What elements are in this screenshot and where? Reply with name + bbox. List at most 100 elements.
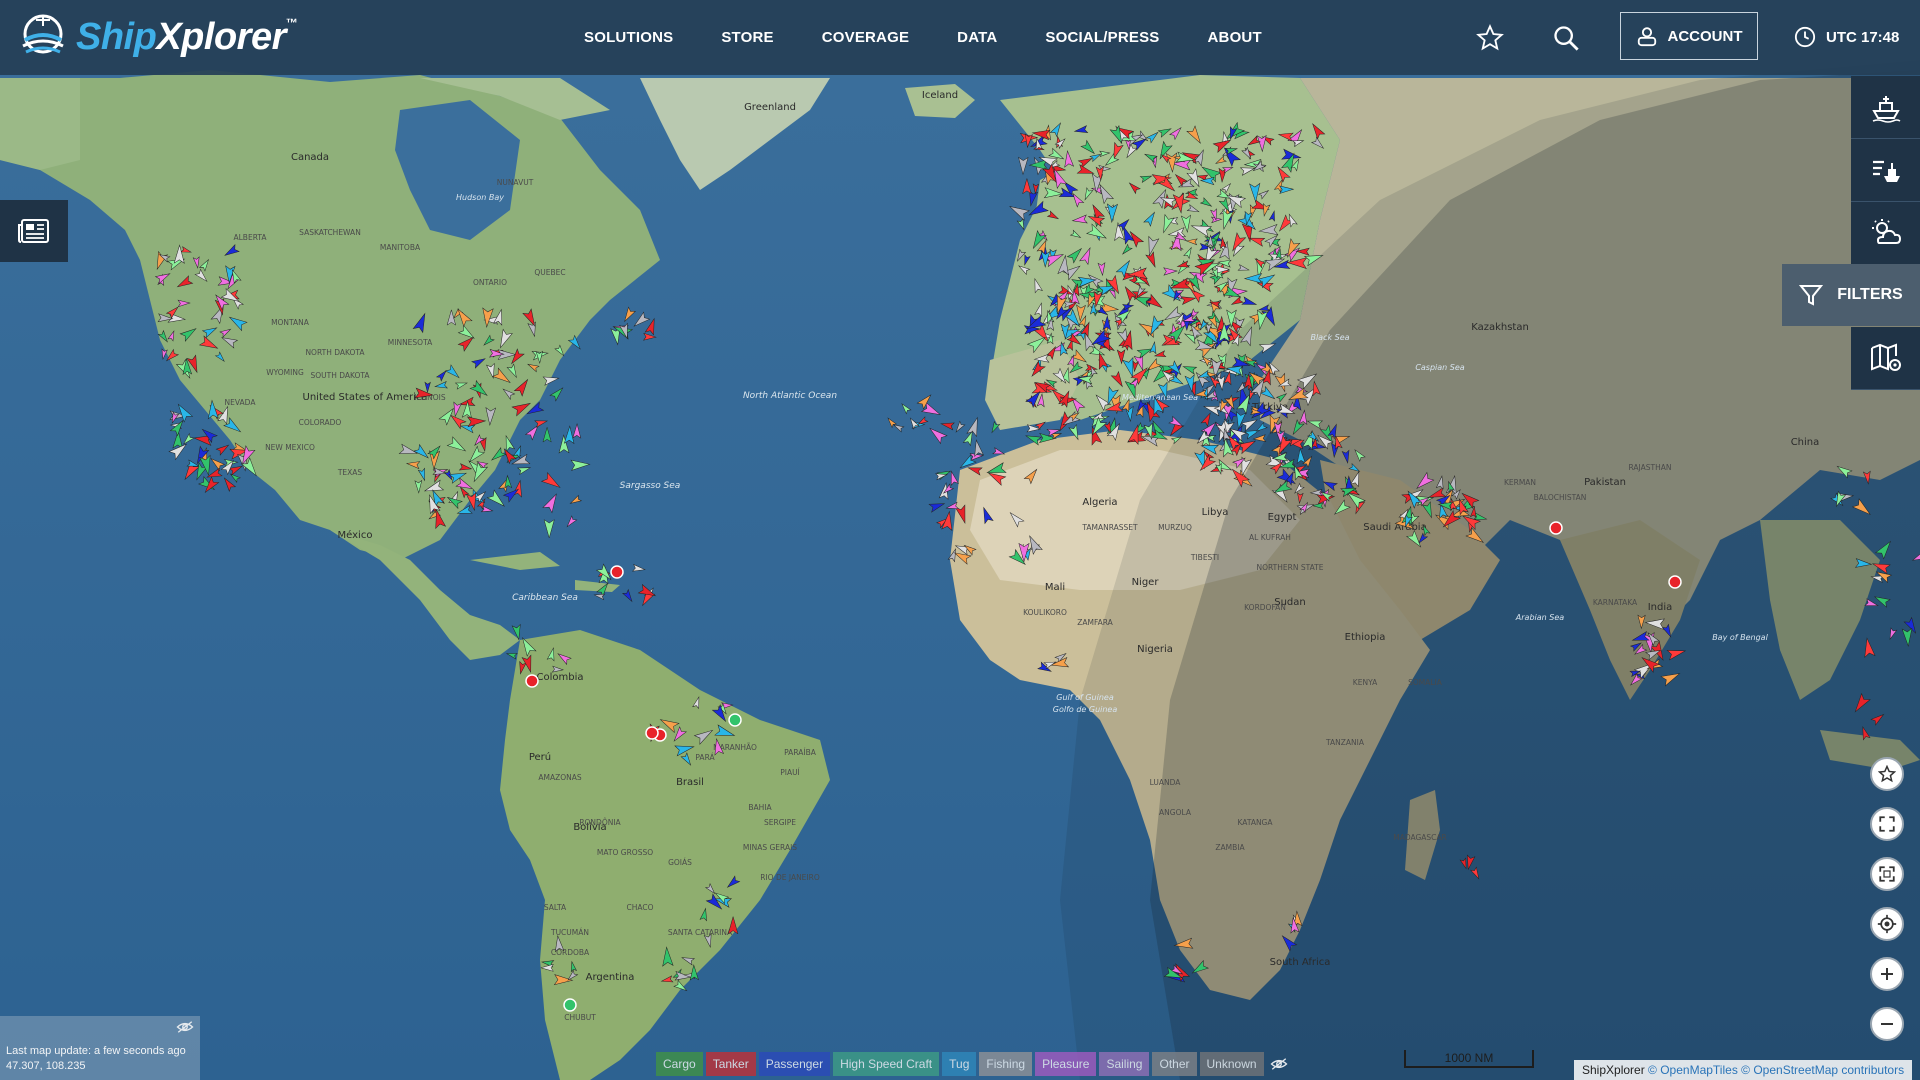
nav-solutions[interactable]: SOLUTIONS [560,29,697,46]
legend-fishing[interactable]: Fishing [979,1052,1033,1076]
legend-unknown[interactable]: Unknown [1199,1052,1264,1076]
map-label-wate: Caspian Sea [1415,363,1464,372]
map-label-state: MINNESOTA [388,338,433,347]
shipxplorer-logo[interactable]: ShipXplorer™ [18,12,298,62]
map-label-state: TEXAS [337,468,363,477]
legend-sailing[interactable]: Sailing [1099,1052,1150,1076]
legend-tanker[interactable]: Tanker [705,1052,756,1076]
map-label-state: SASKATCHEWAN [299,228,361,237]
map-scale-bar: 1000 NM [1404,1050,1534,1068]
eye-off-icon[interactable] [176,1020,194,1034]
map-label-state: LUANDA [1150,778,1182,787]
map-label-countrie: South Africa [1270,957,1331,968]
map-label-state: KENYA [1353,678,1378,687]
map-label-state: RIO DE JANEIRO [760,873,820,882]
favorite-location-button[interactable] [1870,757,1904,791]
map-label-state: ONTARIO [473,278,507,287]
top-navigation-bar: ShipXplorer™ SOLUTIONS STORE COVERAGE DA… [0,0,1920,75]
news-panel-button[interactable] [0,200,68,262]
map-label-countrie: Nigeria [1137,644,1173,655]
logo-icon [22,14,64,54]
map-label-state: BAHIA [748,803,772,812]
map-label-state: NORTHERN STATE [1257,563,1324,572]
station-marker[interactable] [645,726,659,740]
world-map[interactable]: North Atlantic Ocean Sargasso Sea Caribbea… [0,0,1920,1080]
map-label-state: MATO GROSSO [597,848,653,857]
map-label-state: PIAUÍ [780,768,800,777]
legend-high-speed-craft[interactable]: High Speed Craft [833,1052,940,1076]
legend-tug[interactable]: Tug [942,1052,977,1076]
station-marker[interactable] [1549,521,1563,535]
filters-label: FILTERS [1837,286,1903,303]
locate-me-button[interactable] [1870,907,1904,941]
cursor-coordinates: 47.307, 108.235 [6,1060,86,1072]
station-marker[interactable] [728,713,742,727]
map-label-state: ANGOLA [1159,808,1192,817]
nav-store[interactable]: STORE [697,29,797,46]
map-label-state: PARÁ [695,753,715,762]
station-marker[interactable] [1668,575,1682,589]
plus-icon [1881,968,1893,980]
map-label-state: SOMALIA [1408,678,1443,687]
vessel-type-legend: Cargo Tanker Passenger High Speed Craft … [656,1052,1291,1076]
alaska-landmass [0,78,80,170]
station-marker[interactable] [525,674,539,688]
search-icon[interactable] [1552,24,1580,52]
map-label-countrie: Mali [1045,582,1065,593]
fleet-button[interactable] [1851,76,1920,139]
map-label-countrie: Ethiopia [1345,632,1386,643]
legend-cargo[interactable]: Cargo [656,1052,703,1076]
fullscreen-button[interactable] [1870,807,1904,841]
map-label-countrie: Saudi Arabia [1363,522,1426,533]
star-icon[interactable] [1476,24,1504,52]
map-settings-button[interactable] [1851,327,1920,390]
nav-social-press[interactable]: SOCIAL/PRESS [1021,29,1183,46]
legend-pleasure[interactable]: Pleasure [1035,1052,1097,1076]
utc-time: UTC 17:48 [1826,28,1900,46]
weather-icon [1871,219,1901,244]
ship-icon [1871,96,1900,123]
station-marker[interactable] [563,998,577,1012]
map-label-state: COLORADO [299,418,342,427]
account-button[interactable]: ACCOUNT [1620,12,1758,60]
map-label-countrie: Iceland [922,90,958,101]
attribution-osm[interactable]: © OpenStreetMap contributors [1741,1063,1904,1077]
fit-view-button[interactable] [1870,857,1904,891]
eye-off-icon [1270,1058,1288,1070]
legend-other[interactable]: Other [1152,1052,1197,1076]
legend-toggle-button[interactable] [1267,1052,1291,1076]
map-label-countrie: Colombia [537,672,584,683]
map-label-state: SOUTH DAKOTA [310,371,370,380]
map-label-countrie: Niger [1132,577,1160,588]
map-label-state: RAJASTHAN [1629,463,1672,472]
map-label-state: CHACO [626,903,653,912]
map-label-countrie: Perú [529,751,551,763]
map-label-state: TAMANRASSET [1081,523,1138,532]
nav-coverage[interactable]: COVERAGE [798,29,933,46]
ship-list-button[interactable] [1851,139,1920,202]
map-label-wate: Bay of Bengal [1712,633,1768,642]
attribution-openmaptiles[interactable]: © OpenMapTiles [1648,1063,1738,1077]
legend-passenger[interactable]: Passenger [758,1052,831,1076]
map-label-state: TANZANIA [1325,738,1365,747]
filters-button[interactable]: FILTERS [1782,264,1920,326]
weather-button[interactable] [1851,202,1920,265]
map-label-countrie: Egypt [1268,512,1297,523]
zoom-in-button[interactable] [1870,957,1904,991]
map-label-countrie: Pakistan [1584,477,1626,488]
map-label-state: QUEBEC [534,268,565,277]
last-update-text: Last map update: a few seconds ago [6,1045,186,1057]
map-label-countrie: Libya [1202,507,1229,518]
map-label-wate: Arabian Sea [1515,613,1564,622]
map-label-state: MANITOBA [380,243,421,252]
nav-about[interactable]: ABOUT [1184,29,1286,46]
fullscreen-icon [1879,816,1895,832]
station-marker[interactable] [610,565,624,579]
attribution-owner[interactable]: ShipXplorer [1582,1063,1645,1077]
zoom-out-button[interactable] [1870,1007,1904,1041]
nav-data[interactable]: DATA [933,29,1021,46]
map-label-countrie: Canada [291,152,329,163]
map-label-state: AL KUFRAH [1249,533,1291,542]
map-label-state: PARAÍBA [784,748,817,757]
map-label-countrie: China [1791,437,1820,448]
